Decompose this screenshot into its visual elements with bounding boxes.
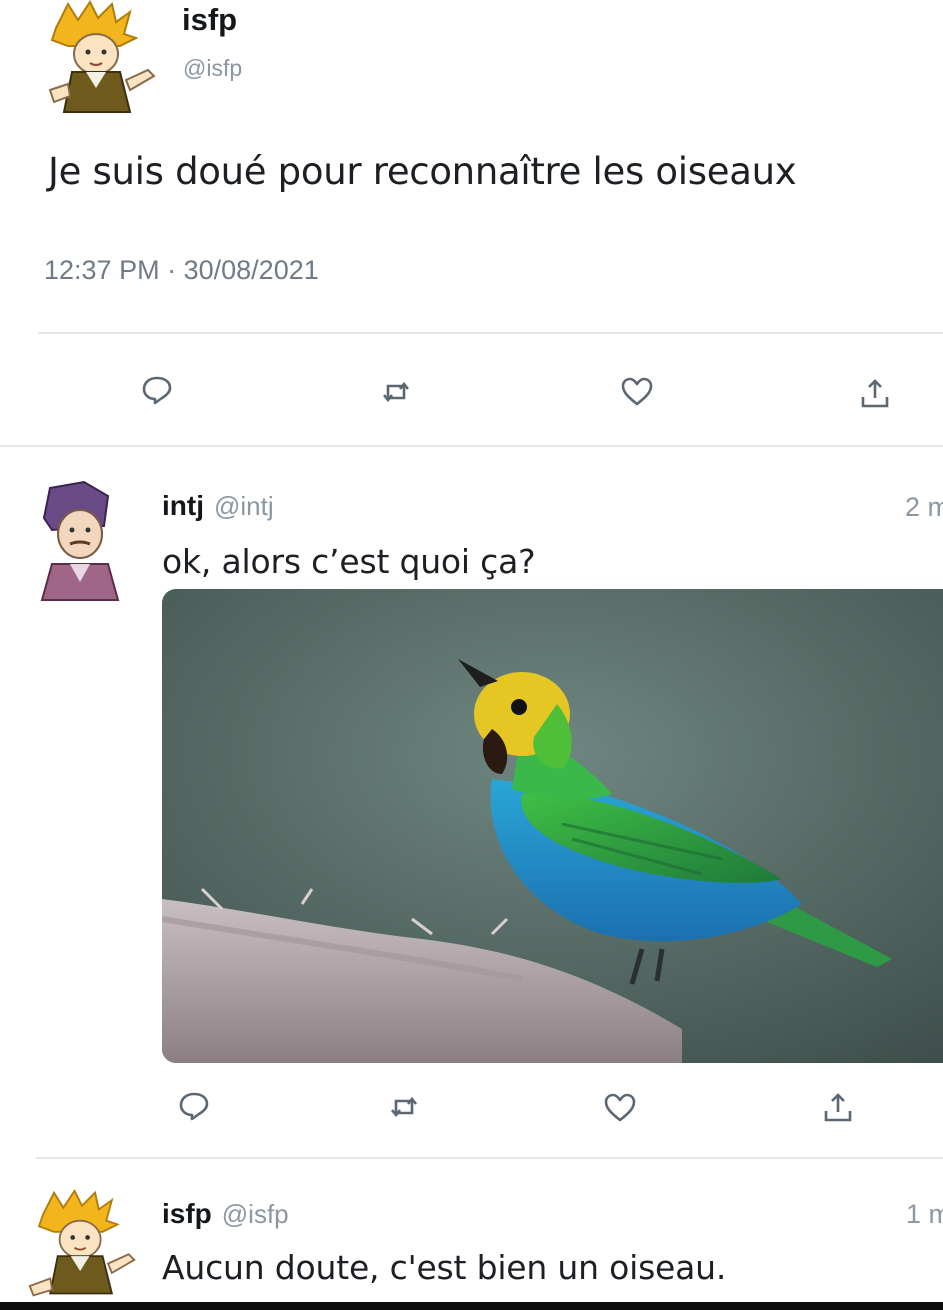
retweet-button[interactable]	[384, 1087, 424, 1127]
reply-display-name[interactable]: intj	[162, 490, 204, 521]
timestamp-separator: ·	[167, 255, 177, 285]
tweet-timestamp[interactable]: 12:37 PM · 30/08/2021	[44, 255, 319, 286]
reply-time[interactable]: 1 m	[906, 1199, 943, 1230]
share-button[interactable]	[818, 1088, 858, 1128]
reply-text: Aucun doute, c'est bien un oiseau.	[162, 1248, 727, 1287]
reply-text: ok, alors c’est quoi ça?	[162, 542, 536, 581]
reply-display-name[interactable]: isfp	[162, 1198, 212, 1229]
share-button[interactable]	[855, 374, 895, 414]
reply-button[interactable]	[137, 370, 177, 410]
avatar-isfp[interactable]	[26, 1186, 138, 1302]
retweet-icon	[390, 1096, 418, 1118]
avatar-isfp[interactable]	[38, 0, 158, 118]
cartoon-blond-avatar-icon	[48, 0, 156, 113]
reply-button[interactable]	[174, 1086, 214, 1126]
like-icon	[621, 377, 653, 406]
share-icon	[861, 379, 889, 408]
tweet-media-image[interactable]	[162, 589, 943, 1063]
retweet-button[interactable]	[376, 372, 416, 412]
divider	[36, 1157, 943, 1159]
reply-handle[interactable]: @isfp	[222, 1199, 289, 1229]
reply-time[interactable]: 2 m	[905, 492, 943, 523]
divider	[0, 445, 943, 447]
cartoon-blond-avatar-icon	[28, 1188, 136, 1297]
reply-handle[interactable]: @intj	[214, 491, 274, 521]
tweet-date: 30/08/2021	[183, 255, 319, 285]
share-icon	[824, 1093, 852, 1122]
divider	[38, 332, 943, 334]
reply-header: intj @intj	[162, 490, 274, 522]
tweet-time: 12:37 PM	[44, 255, 160, 285]
reply-icon	[179, 1092, 209, 1121]
bird-photo-icon	[162, 589, 943, 1063]
avatar-intj[interactable]	[30, 478, 126, 606]
retweet-icon	[382, 381, 410, 403]
bottom-edge	[0, 1302, 943, 1310]
like-icon	[604, 1093, 636, 1122]
author-display-name[interactable]: isfp	[182, 2, 237, 38]
tweet-text: Je suis doué pour reconnaître les oiseau…	[48, 150, 797, 193]
cartoon-purple-hair-avatar-icon	[40, 480, 120, 601]
author-handle[interactable]: @isfp	[183, 55, 242, 82]
like-button[interactable]	[617, 372, 657, 412]
like-button[interactable]	[600, 1088, 640, 1128]
reply-header: isfp @isfp	[162, 1198, 289, 1230]
reply-icon	[142, 376, 172, 405]
